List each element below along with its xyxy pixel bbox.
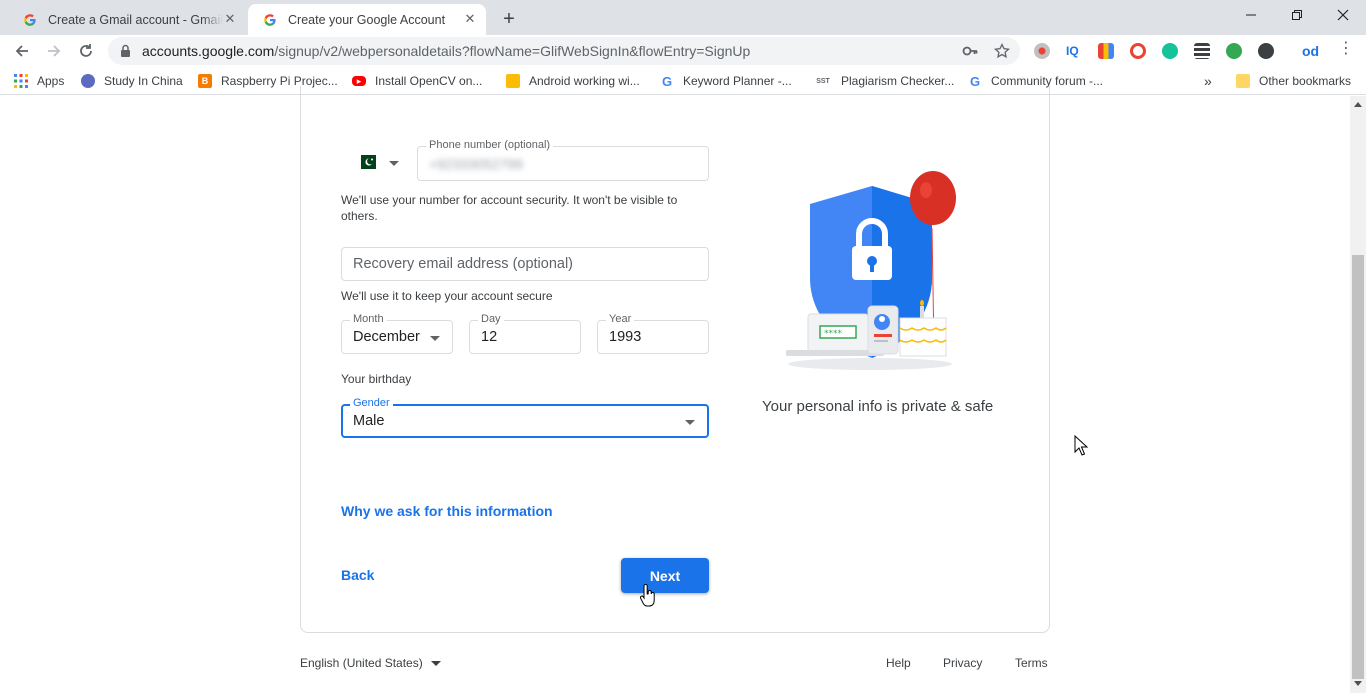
chevron-double-right-icon[interactable]: » bbox=[1204, 73, 1212, 89]
privacy-caption: Your personal info is private & safe bbox=[762, 398, 994, 415]
folder-icon bbox=[1236, 74, 1250, 88]
lock-icon[interactable] bbox=[120, 44, 131, 62]
grammarly-icon[interactable] bbox=[1162, 43, 1178, 59]
extension-k-icon[interactable] bbox=[1258, 43, 1274, 59]
apps-grid-icon bbox=[14, 74, 28, 88]
language-selector[interactable]: English (United States) bbox=[300, 656, 441, 670]
back-arrow-icon[interactable] bbox=[10, 39, 34, 63]
day-input[interactable]: Day 12 bbox=[469, 313, 581, 354]
scroll-up-arrow-icon[interactable] bbox=[1354, 101, 1362, 107]
page-scrollbar[interactable] bbox=[1350, 96, 1366, 693]
google-g-icon bbox=[22, 12, 38, 28]
caret-down-icon bbox=[430, 660, 441, 666]
reload-icon[interactable] bbox=[74, 39, 98, 63]
extension-iq-icon[interactable]: IQ bbox=[1066, 43, 1082, 59]
forward-arrow-icon[interactable] bbox=[42, 39, 66, 63]
next-button[interactable]: Next bbox=[621, 558, 709, 593]
close-icon[interactable]: ✕ bbox=[222, 11, 238, 27]
bookmark-item[interactable]: Study In China bbox=[81, 73, 183, 89]
restore-icon[interactable] bbox=[1274, 0, 1320, 30]
google-g-icon bbox=[262, 12, 278, 28]
tab-gmail[interactable]: Create a Gmail account - Gmail H ✕ bbox=[8, 4, 246, 35]
gender-select[interactable]: Gender Male bbox=[341, 397, 709, 438]
study-china-icon bbox=[81, 74, 95, 88]
recovery-email-input[interactable]: Recovery email address (optional) bbox=[341, 247, 709, 281]
minimize-icon[interactable] bbox=[1228, 0, 1274, 30]
svg-text:****: **** bbox=[824, 329, 843, 339]
extension-list-icon[interactable] bbox=[1194, 43, 1210, 59]
why-we-ask-link[interactable]: Why we ask for this information bbox=[341, 503, 553, 519]
phone-helper-text: We'll use your number for account securi… bbox=[341, 193, 678, 223]
footer-privacy-link[interactable]: Privacy bbox=[943, 656, 982, 670]
url-text: accounts.google.com/signup/v2/webpersona… bbox=[142, 43, 751, 59]
new-tab-icon[interactable]: + bbox=[498, 8, 520, 30]
caret-down-icon bbox=[430, 336, 440, 341]
month-select[interactable]: Month December bbox=[341, 313, 453, 354]
blogger-icon: B bbox=[198, 74, 212, 88]
year-input[interactable]: Year 1993 bbox=[597, 313, 709, 354]
birthday-helper-text: Your birthday bbox=[341, 372, 412, 386]
phone-number-field[interactable]: Phone number (optional) +92333052799 bbox=[417, 139, 709, 181]
extension-gem-icon[interactable] bbox=[1226, 43, 1242, 59]
arrow-cursor-icon bbox=[1074, 435, 1088, 456]
back-button[interactable]: Back bbox=[341, 567, 374, 583]
youtube-icon: ▸ bbox=[352, 76, 366, 86]
page-content: Phone number (optional) +92333052799 We'… bbox=[0, 86, 1350, 693]
bookmark-apps[interactable]: Apps bbox=[14, 73, 64, 89]
footer-terms-link[interactable]: Terms bbox=[1015, 656, 1048, 670]
scrollbar-thumb[interactable] bbox=[1352, 255, 1364, 679]
address-bar[interactable]: accounts.google.com/signup/v2/webpersona… bbox=[108, 37, 1020, 65]
close-icon[interactable]: ✕ bbox=[462, 11, 478, 27]
extension-globe-icon[interactable] bbox=[1034, 43, 1050, 59]
key-icon[interactable] bbox=[962, 43, 978, 59]
caret-down-icon bbox=[389, 161, 399, 166]
tab-google-account[interactable]: Create your Google Account ✕ bbox=[248, 4, 486, 35]
country-selector[interactable] bbox=[356, 154, 402, 172]
extension-color-icon[interactable] bbox=[1098, 43, 1114, 59]
privacy-shield-illustration: **** bbox=[786, 171, 956, 370]
hand-cursor-icon bbox=[639, 584, 655, 607]
window-close-icon[interactable] bbox=[1320, 0, 1366, 30]
footer-help-link[interactable]: Help bbox=[886, 656, 911, 670]
scroll-down-arrow-icon[interactable] bbox=[1354, 681, 1362, 687]
bookmark-other[interactable]: Other bookmarks bbox=[1236, 73, 1351, 89]
caret-down-icon bbox=[685, 420, 695, 425]
extension-red-circle-icon[interactable] bbox=[1130, 43, 1146, 59]
tab-strip: Create a Gmail account - Gmail H ✕ Creat… bbox=[0, 0, 1366, 35]
pakistan-flag-icon bbox=[356, 155, 376, 169]
tab-title: Create a Gmail account - Gmail H bbox=[48, 12, 223, 27]
phone-number-value: +92333052799 bbox=[429, 156, 523, 172]
star-icon[interactable] bbox=[994, 42, 1010, 59]
menu-kebab-icon[interactable]: ⋮ bbox=[1338, 41, 1354, 59]
tab-title: Create your Google Account bbox=[288, 12, 446, 27]
extension-od-icon[interactable]: od bbox=[1302, 43, 1324, 59]
recovery-helper-text: We'll use it to keep your account secure bbox=[341, 289, 553, 303]
browser-toolbar: accounts.google.com/signup/v2/webpersona… bbox=[0, 35, 1366, 67]
